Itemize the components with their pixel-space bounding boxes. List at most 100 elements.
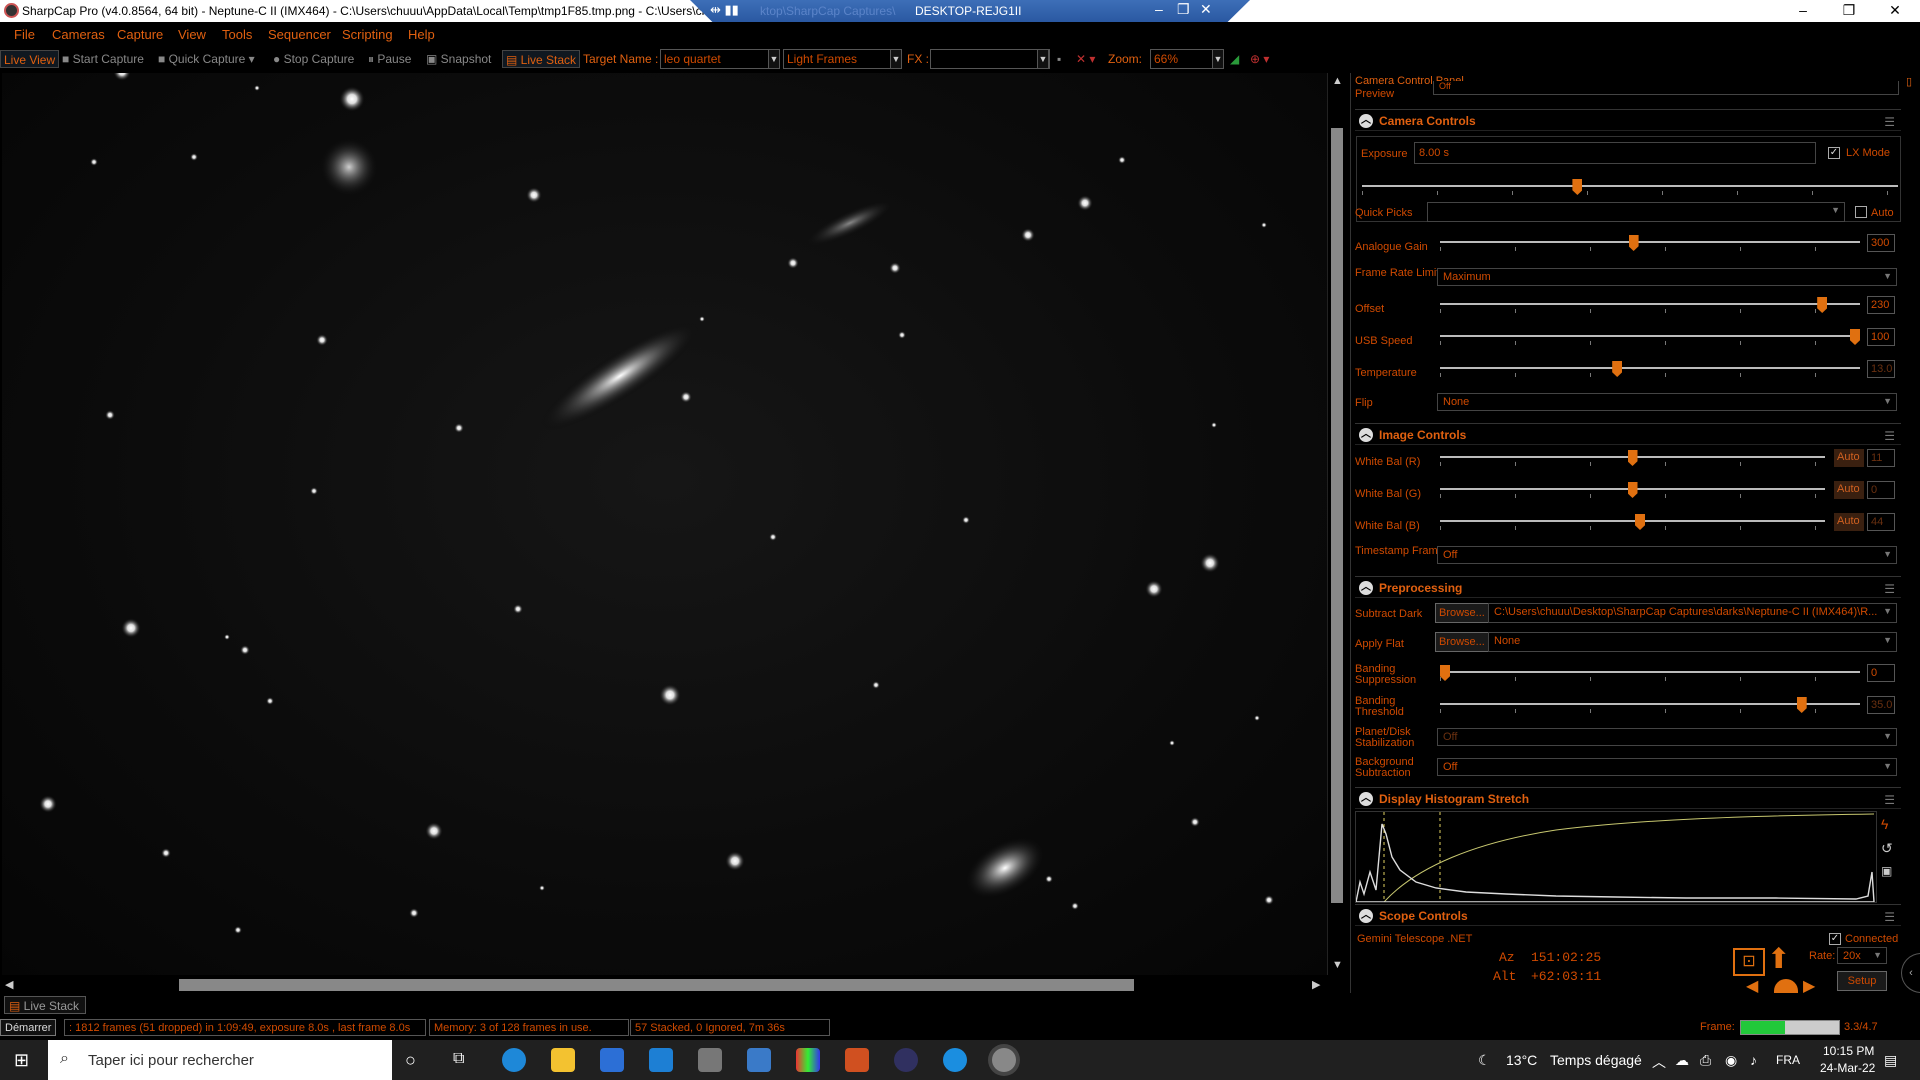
banding-suppression-slider[interactable] (1440, 665, 1860, 681)
section-menu-icon[interactable]: ☰ (1884, 429, 1895, 443)
menu-cameras[interactable]: Cameras (52, 27, 105, 42)
remote-session-bar[interactable]: ⇹ ▮▮ ktop\SharpCap Captures\ DESKTOP-REJ… (690, 0, 1250, 22)
sharpcap-taskbar-icon[interactable] (992, 1048, 1016, 1072)
language-indicator[interactable]: FRA (1776, 1053, 1800, 1067)
banding-suppression-value[interactable]: 0 (1867, 664, 1895, 682)
app-icon[interactable] (845, 1048, 869, 1072)
histogram-header[interactable]: ︿ Display Histogram Stretch ☰ (1355, 787, 1901, 809)
collapse-icon[interactable]: ︿ (1359, 428, 1373, 442)
image-controls-header[interactable]: ︿ Image Controls ☰ (1355, 423, 1901, 445)
menu-help[interactable]: Help (408, 27, 435, 42)
white-bal-b-auto-button[interactable]: Auto (1834, 513, 1864, 531)
target-dropdown-arrow[interactable]: ▼ (768, 49, 780, 69)
calculator-icon[interactable] (747, 1048, 771, 1072)
target-name-input[interactable]: leo quartet (660, 49, 770, 69)
usb-speed-slider[interactable] (1440, 329, 1860, 345)
apply-flat-select[interactable]: None ▼ (1488, 632, 1897, 652)
frame-rate-select[interactable]: Maximum ▼ (1437, 268, 1897, 286)
reset-icon[interactable]: ↺ (1881, 840, 1893, 857)
cloud-icon[interactable]: ☁ (1675, 1052, 1689, 1069)
app-icon[interactable] (698, 1048, 722, 1072)
collapse-icon[interactable]: ︿ (1359, 792, 1373, 806)
zoom-tool-icon[interactable]: ⊕ ▾ (1250, 50, 1269, 68)
network-icon[interactable]: ⎙ (1700, 1052, 1711, 1069)
volume-icon[interactable]: ♪ (1750, 1052, 1757, 1068)
white-bal-g-slider[interactable] (1440, 482, 1825, 498)
frame-type-arrow[interactable]: ▼ (890, 49, 902, 69)
teamviewer-icon[interactable] (943, 1048, 967, 1072)
quick-capture-button[interactable]: ■ Quick Capture ▾ (158, 50, 255, 68)
snapshot-button[interactable]: ▣ Snapshot (426, 50, 491, 68)
weather-icon[interactable]: ☾ (1478, 1052, 1491, 1069)
scope-controls-header[interactable]: ︿ Scope Controls ☰ (1355, 904, 1901, 926)
pin-icon[interactable]: ▯ (1906, 75, 1912, 88)
file-explorer-icon[interactable] (551, 1048, 575, 1072)
viewer-vertical-scrollbar[interactable]: ▲ ▼ (1327, 73, 1345, 975)
minimize-button[interactable]: – (1780, 0, 1826, 22)
temperature-slider[interactable] (1440, 361, 1860, 377)
horizontal-scroll-thumb[interactable] (179, 979, 1134, 991)
mail-icon[interactable] (649, 1048, 673, 1072)
live-view-button[interactable]: Live View (0, 50, 60, 68)
chevron-up-icon[interactable]: ︿ (1652, 1052, 1666, 1072)
exposure-input[interactable]: 8.00 s (1414, 142, 1816, 164)
start-button[interactable]: Démarrer (0, 1019, 57, 1036)
live-stack-button[interactable]: ▤ Live Stack (502, 50, 581, 68)
live-stack-tab[interactable]: ▤ Live Stack (4, 996, 86, 1014)
remote-close-icon[interactable]: ✕ (1200, 1, 1212, 18)
scope-home-icon[interactable]: ⊡ (1733, 948, 1765, 976)
fx-toggle-icon[interactable]: ▪ (1057, 50, 1061, 68)
exposure-slider[interactable] (1362, 179, 1898, 195)
close-button[interactable]: ✕ (1872, 0, 1918, 22)
white-bal-r-auto-button[interactable]: Auto (1834, 449, 1864, 467)
taskbar-search-box[interactable]: ⌕ Taper ici pour rechercher (48, 1040, 392, 1080)
banding-threshold-slider[interactable] (1440, 697, 1860, 713)
clock-date[interactable]: 24-Mar-22 (1820, 1061, 1875, 1075)
analogue-gain-value[interactable]: 300 (1867, 234, 1895, 252)
viewer-horizontal-scrollbar[interactable]: ◀ ▶ (2, 975, 1327, 993)
section-menu-icon[interactable]: ☰ (1884, 793, 1895, 807)
reticle-icon[interactable]: ✕ ▾ (1076, 50, 1095, 68)
collapse-icon[interactable]: ︿ (1359, 114, 1373, 128)
histogram-plot[interactable] (1355, 811, 1877, 903)
section-menu-icon[interactable]: ☰ (1884, 910, 1895, 924)
cortana-icon[interactable]: ○ (405, 1050, 416, 1071)
background-subtraction-select[interactable]: Off ▼ (1437, 758, 1897, 776)
menu-tools[interactable]: Tools (222, 27, 252, 42)
menu-view[interactable]: View (178, 27, 206, 42)
white-bal-b-slider[interactable] (1440, 514, 1825, 530)
menu-capture[interactable]: Capture (117, 27, 163, 42)
section-menu-icon[interactable]: ☰ (1884, 115, 1895, 129)
flip-select[interactable]: None ▼ (1437, 393, 1897, 411)
store-icon[interactable] (600, 1048, 624, 1072)
wifi-icon[interactable]: ◉ (1725, 1052, 1737, 1069)
lx-mode-checkbox[interactable]: ✓ (1828, 147, 1840, 159)
offset-slider[interactable] (1440, 297, 1860, 313)
scroll-right-icon[interactable]: ▶ (1312, 978, 1320, 991)
arrow-right-icon[interactable]: ▶ (1803, 976, 1815, 993)
rate-select[interactable]: 20x ▼ (1837, 947, 1887, 964)
histogram-icon[interactable]: ◢ (1230, 50, 1239, 68)
fx-arrow[interactable]: ▼ (1037, 49, 1049, 69)
zoom-arrow[interactable]: ▼ (1212, 49, 1224, 69)
collapse-icon[interactable]: ︿ (1359, 909, 1373, 923)
timestamp-frames-select[interactable]: Off ▼ (1437, 546, 1897, 564)
analogue-gain-slider[interactable] (1440, 235, 1860, 251)
task-view-icon[interactable]: ⧉ (453, 1050, 464, 1068)
color-app-icon[interactable] (796, 1048, 820, 1072)
quick-picks-select[interactable]: ▼ (1427, 202, 1845, 222)
menu-scripting[interactable]: Scripting (342, 27, 393, 42)
white-bal-g-auto-button[interactable]: Auto (1834, 481, 1864, 499)
maximize-button[interactable]: ❐ (1826, 0, 1872, 22)
white-bal-r-slider[interactable] (1440, 450, 1825, 466)
remote-restore-icon[interactable]: ❐ (1177, 1, 1190, 18)
apply-flat-browse-button[interactable]: Browse... (1435, 632, 1489, 652)
zoom-select[interactable]: 66% (1150, 49, 1215, 69)
subtract-dark-browse-button[interactable]: Browse... (1435, 603, 1489, 623)
panel-collapse-icon[interactable]: ‹ (1901, 953, 1920, 993)
offset-value[interactable]: 230 (1867, 296, 1895, 314)
scroll-left-icon[interactable]: ◀ (5, 978, 13, 991)
subtract-dark-select[interactable]: C:\Users\chuuu\Desktop\SharpCap Captures… (1488, 603, 1897, 623)
pause-button[interactable]: ⏸ Pause (368, 50, 411, 68)
remote-minimize-icon[interactable]: – (1155, 1, 1163, 17)
